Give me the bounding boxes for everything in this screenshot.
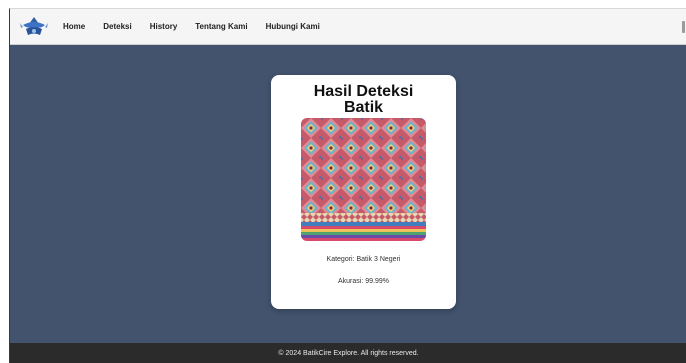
batik-logo-icon[interactable] xyxy=(19,14,49,40)
footer: © 2024 BatikCire Explore. All rights res… xyxy=(10,343,686,363)
category-text: Kategori: Batik 3 Negeri xyxy=(326,256,401,263)
nav-home[interactable]: Home xyxy=(63,22,85,31)
footer-copyright: © 2024 BatikCire Explore. All rights res… xyxy=(278,350,419,357)
result-title-line2: Batik xyxy=(343,99,384,116)
result-title-line1: Hasil Deteksi xyxy=(313,83,414,100)
nav-hubungi-kami[interactable]: Hubungi Kami xyxy=(266,22,320,31)
scroll-edge-indicator xyxy=(682,21,685,33)
navbar: Home Deteksi History Tentang Kami Hubung… xyxy=(10,9,686,45)
accuracy-text: Akurasi: 99.99% xyxy=(338,278,389,285)
batik-image xyxy=(301,118,426,241)
app-frame: Home Deteksi History Tentang Kami Hubung… xyxy=(9,8,686,363)
result-title: Hasil Deteksi Batik xyxy=(271,84,456,116)
nav-history[interactable]: History xyxy=(150,22,178,31)
nav-deteksi[interactable]: Deteksi xyxy=(103,22,131,31)
result-card: Hasil Deteksi Batik Kategori: Batik 3 Ne… xyxy=(271,75,456,309)
nav-tentang-kami[interactable]: Tentang Kami xyxy=(195,22,247,31)
